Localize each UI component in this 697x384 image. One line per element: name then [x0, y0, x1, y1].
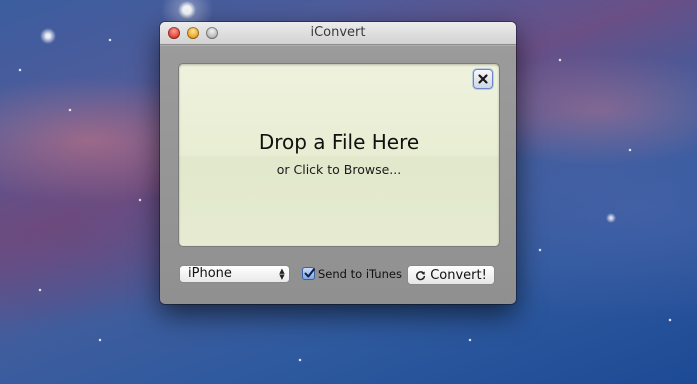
- title-bar[interactable]: iConvert: [160, 22, 516, 45]
- send-to-itunes-checkbox[interactable]: [302, 267, 315, 280]
- send-to-itunes-label[interactable]: Send to iTunes: [318, 267, 402, 281]
- select-arrows-icon: ▲ ▼: [279, 267, 285, 281]
- window-title: iConvert: [310, 25, 366, 40]
- checkmark-icon: [304, 268, 315, 278]
- close-icon: [478, 74, 488, 84]
- convert-button-label: Convert!: [430, 267, 487, 283]
- device-select-value: iPhone: [188, 266, 232, 281]
- iconvert-window: iConvert Drop a File Here or Click to Br…: [160, 22, 516, 304]
- file-drop-zone[interactable]: Drop a File Here or Click to Browse...: [178, 63, 500, 247]
- drop-zone-subtitle: or Click to Browse...: [276, 162, 402, 177]
- device-select[interactable]: iPhone ▲ ▼: [179, 265, 290, 283]
- refresh-icon: [416, 270, 426, 280]
- convert-button[interactable]: Convert!: [407, 265, 495, 285]
- drop-zone-title: Drop a File Here: [258, 130, 420, 154]
- clear-file-button[interactable]: [473, 69, 493, 89]
